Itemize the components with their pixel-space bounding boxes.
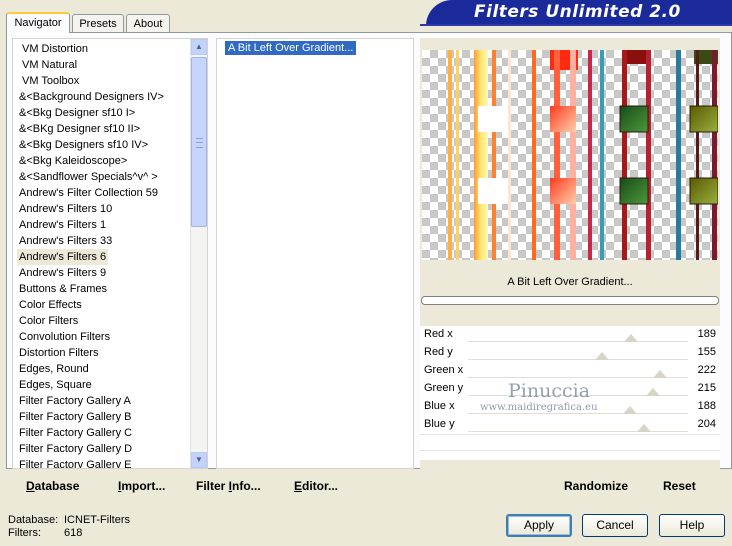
filters-count-label: Filters: (8, 527, 41, 539)
parameter-label: Blue x (424, 400, 455, 412)
reset-button[interactable]: Reset (663, 479, 696, 493)
apply-button[interactable]: Apply (506, 514, 572, 537)
category-item[interactable]: VM Distortion (22, 41, 88, 57)
slider-thumb[interactable] (637, 424, 651, 432)
preview-gradient-art (448, 50, 718, 260)
filters-count-value: 618 (64, 527, 83, 539)
slider-track[interactable] (468, 413, 688, 414)
parameter-value: 215 (697, 382, 716, 394)
watermark-name: Pinuccia (508, 380, 591, 402)
import-button[interactable]: Import... (118, 479, 165, 493)
title-banner: Filters Unlimited 2.0 (426, 0, 732, 26)
database-label: Database: (8, 514, 59, 526)
category-list[interactable]: ▲ ▼ VM Distortion VM Natural VM Toolbox &<B… (12, 38, 208, 469)
parameter-label: Red x (424, 328, 453, 340)
empty-parameter-row (420, 450, 720, 467)
parameter-label: Green y (424, 382, 464, 394)
category-item[interactable]: Filter Factory Gallery A (19, 393, 131, 409)
empty-parameter-row (420, 434, 720, 451)
preview-image (422, 50, 718, 260)
category-item[interactable]: Andrew's Filters 33 (19, 233, 112, 249)
parameter-value: 222 (697, 364, 716, 376)
filter-info-button[interactable]: Filter Info... (196, 479, 261, 493)
watermark-url: www.maidiregrafica.eu (480, 402, 598, 413)
tab-presets[interactable]: Presets (72, 14, 124, 32)
progress-bar (421, 296, 719, 305)
parameter-row[interactable]: Green x 222 (420, 362, 720, 380)
category-item[interactable]: Edges, Square (19, 377, 92, 393)
help-button[interactable]: Help (659, 514, 725, 537)
scroll-down-icon[interactable]: ▼ (191, 452, 207, 468)
parameter-value: 189 (697, 328, 716, 340)
category-item[interactable]: &<Bkg Kaleidoscope> (19, 153, 127, 169)
parameter-label: Green x (424, 364, 464, 376)
scroll-up-icon[interactable]: ▲ (191, 39, 207, 55)
randomize-button[interactable]: Randomize (564, 479, 628, 493)
category-item[interactable]: Buttons & Frames (19, 281, 107, 297)
parameter-label: Red y (424, 346, 453, 358)
app-title: Filters Unlimited 2.0 (474, 2, 681, 22)
category-scrollbar[interactable]: ▲ ▼ (190, 39, 207, 468)
category-item[interactable]: &<Sandflower Specials^v^ > (19, 169, 158, 185)
category-item[interactable]: &<BKg Designer sf10 II> (19, 121, 140, 137)
parameter-value: 188 (697, 400, 716, 412)
category-item[interactable]: VM Toolbox (22, 73, 79, 89)
parameter-value: 155 (697, 346, 716, 358)
slider-thumb[interactable] (624, 334, 639, 342)
editor-button[interactable]: Editor... (294, 479, 338, 493)
category-item[interactable]: Andrew's Filters 9 (19, 265, 106, 281)
slider-track[interactable] (468, 431, 688, 432)
parameter-label: Blue y (424, 418, 455, 430)
preview-toolbar: Randomize Reset (420, 472, 720, 498)
category-item[interactable]: Andrew's Filters 10 (19, 201, 112, 217)
slider-thumb[interactable] (623, 406, 638, 414)
slider-thumb[interactable] (594, 352, 609, 360)
category-item[interactable]: Color Filters (19, 313, 78, 329)
category-item[interactable]: Filter Factory Gallery E (19, 457, 131, 468)
list-toolbar: Database Import... Filter Info... Editor… (12, 472, 414, 498)
filter-list[interactable]: A Bit Left Over Gradient... (216, 38, 414, 469)
category-item[interactable]: Andrew's Filters 1 (19, 217, 106, 233)
category-item-selected[interactable]: Andrew's Filters 6 (17, 249, 109, 265)
preview-filter-name: A Bit Left Over Gradient... (507, 276, 633, 288)
parameter-row[interactable]: Red y 155 (420, 344, 720, 362)
category-item[interactable]: VM Natural (22, 57, 77, 73)
banner-underline (420, 24, 732, 26)
slider-track[interactable] (468, 359, 688, 360)
tab-about[interactable]: About (126, 14, 170, 32)
parameter-row[interactable]: Red x 189 (420, 326, 720, 344)
category-item[interactable]: &<Bkg Designer sf10 I> (19, 105, 135, 121)
slider-thumb[interactable] (646, 388, 661, 396)
tab-navigator[interactable]: Navigator (6, 12, 70, 33)
status-area: Database: ICNET-Filters Filters: 618 (8, 514, 130, 540)
category-item[interactable]: Color Effects (19, 297, 82, 313)
filter-item-selected[interactable]: A Bit Left Over Gradient... (225, 41, 357, 55)
slider-thumb[interactable] (652, 370, 667, 378)
category-item[interactable]: Distortion Filters (19, 345, 98, 361)
category-item[interactable]: Filter Factory Gallery B (19, 409, 131, 425)
slider-track[interactable] (468, 341, 688, 342)
category-item[interactable]: Andrew's Filter Collection 59 (19, 185, 158, 201)
category-item[interactable]: Filter Factory Gallery C (19, 425, 132, 441)
category-item[interactable]: &<Bkg Designers sf10 IV> (19, 137, 148, 153)
category-item[interactable]: Filter Factory Gallery D (19, 441, 132, 457)
parameter-row[interactable]: Blue y 204 (420, 416, 720, 434)
database-button[interactable]: Database (26, 479, 79, 493)
parameter-value: 204 (697, 418, 716, 430)
scroll-thumb[interactable] (191, 57, 207, 227)
category-item[interactable]: &<Background Designers IV> (19, 89, 164, 105)
database-value: ICNET-Filters (64, 514, 130, 526)
category-item[interactable]: Convolution Filters (19, 329, 110, 345)
cancel-button[interactable]: Cancel (582, 514, 648, 537)
category-item[interactable]: Edges, Round (19, 361, 89, 377)
